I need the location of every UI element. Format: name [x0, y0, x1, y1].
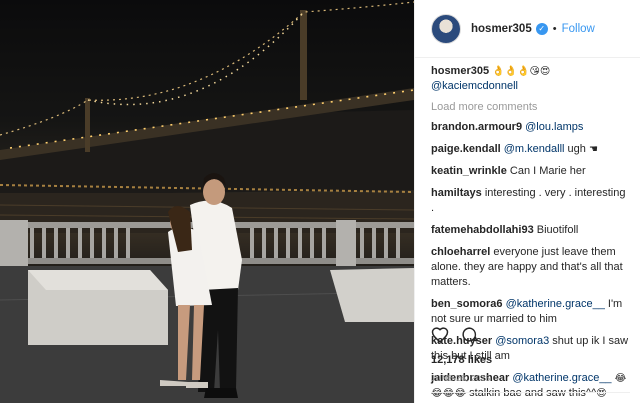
bridge-lights — [87, 11, 305, 106]
comment-text: stalkin bae and saw this^^ — [466, 387, 597, 399]
bridge-tower-right — [300, 10, 307, 100]
comment-mention[interactable]: @katherine.grace__ — [506, 298, 605, 310]
comment-mention[interactable]: @katherine.grace__ — [512, 372, 611, 384]
comment-item: fatemehabdollahi93 Biuotifoll — [431, 223, 630, 238]
comment-username[interactable]: chloeharrel — [431, 246, 490, 258]
comment-item: paige.kendall @m.kendalll ugh ☚ — [431, 142, 630, 157]
heart-icon[interactable] — [431, 326, 449, 343]
comment-item: hamiltays interesting . very . interesti… — [431, 186, 630, 216]
comment-item: chloeharrel everyone just leave them alo… — [431, 245, 630, 290]
post-date[interactable]: JUNE 26, 2015 — [431, 374, 490, 383]
comment-mention[interactable]: @m.kendalll — [504, 143, 565, 155]
railing-post-right — [336, 220, 356, 268]
comment-item: brandon.armour9 @lou.lamps — [431, 120, 630, 135]
caption: hosmer305 👌👌👌😘😍 @kaciemcdonnell — [431, 64, 630, 94]
comment-item: keatin_wrinkle Can I Marie her — [431, 164, 630, 179]
comment-item: ben_somora6 @katherine.grace__ I'm not s… — [431, 297, 630, 327]
comment-text: Can I Marie her — [509, 165, 586, 177]
comment-username[interactable]: brandon.armour9 — [431, 121, 522, 133]
post-photo[interactable] — [0, 0, 414, 403]
bridge-tower-left — [85, 98, 90, 152]
caption-mention[interactable]: @kaciemcdonnell — [431, 80, 518, 92]
comment-emoji: ☚ — [588, 144, 598, 155]
railing-post-left — [0, 220, 28, 270]
comment-mention[interactable]: @lou.lamps — [525, 121, 583, 133]
comment-username[interactable]: hamiltays — [431, 187, 482, 199]
like-count[interactable]: 12,178 likes — [431, 354, 492, 366]
verified-badge-icon: ✓ — [535, 22, 548, 35]
divider — [431, 392, 630, 393]
comment-icon[interactable] — [461, 326, 478, 343]
follow-button[interactable]: Follow — [562, 23, 595, 35]
comment-username[interactable]: paige.kendall — [431, 143, 501, 155]
comments-section: hosmer305 👌👌👌😘😍 @kaciemcdonnell Load mor… — [415, 58, 640, 403]
action-bar — [431, 326, 478, 343]
comment-text: ugh — [564, 143, 589, 155]
comment-username[interactable]: ben_somora6 — [431, 298, 503, 310]
man-head — [203, 179, 225, 205]
comment-username[interactable]: keatin_wrinkle — [431, 165, 507, 177]
separator-dot: • — [552, 22, 557, 35]
caption-emojis: 👌👌👌😘😍 — [492, 66, 551, 77]
caption-username[interactable]: hosmer305 — [431, 65, 489, 77]
post-username[interactable]: hosmer305 — [471, 23, 532, 35]
avatar[interactable] — [431, 13, 461, 44]
comment-mention[interactable]: @somora3 — [495, 335, 549, 347]
bridge-night-scene — [0, 1, 414, 403]
comment-emoji: 😍 — [596, 388, 607, 399]
load-more-comments-link[interactable]: Load more comments — [431, 101, 630, 113]
comment-text: Biuotifoll — [536, 224, 579, 236]
comment-username[interactable]: fatemehabdollahi93 — [431, 224, 534, 236]
post-header: hosmer305 ✓ • Follow — [415, 0, 640, 58]
post-sidebar: hosmer305 ✓ • Follow hosmer305 👌👌👌😘😍 @ka… — [414, 0, 640, 403]
